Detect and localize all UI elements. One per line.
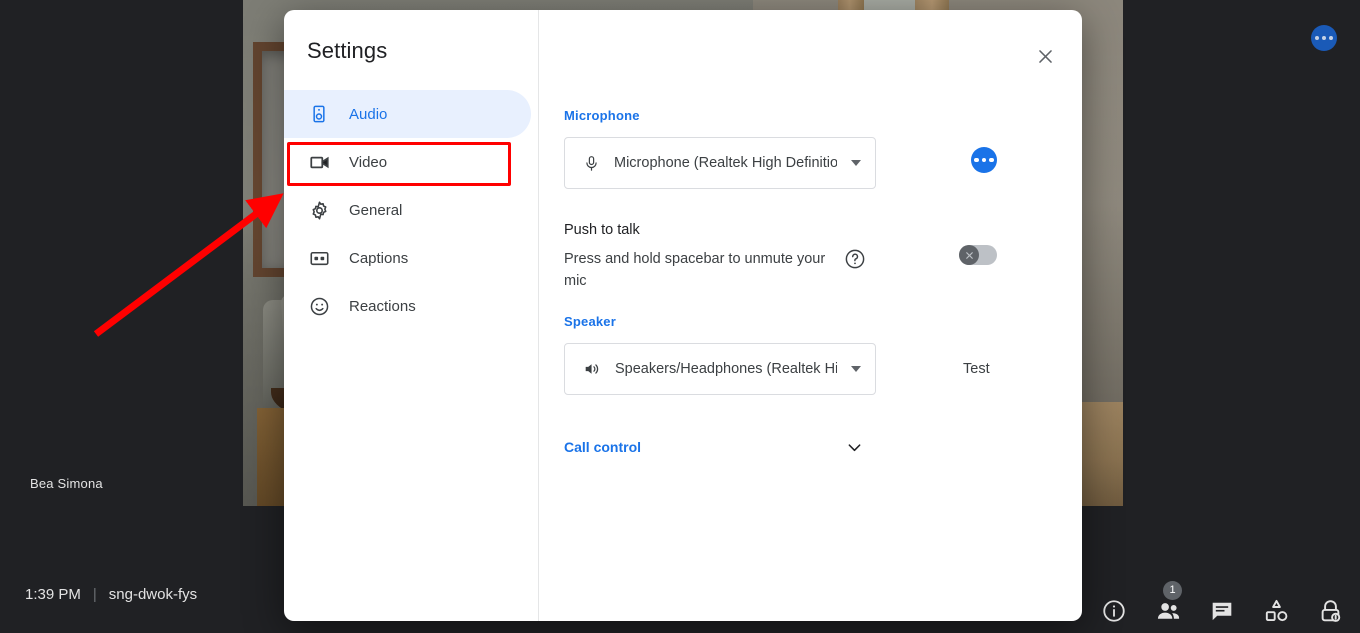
help-circle-icon (845, 249, 865, 269)
chevron-down-icon (851, 160, 861, 166)
speaker-test-button[interactable]: Test (963, 361, 990, 377)
speaker-select[interactable]: Speakers/Headphones (Realtek Hig... (564, 343, 876, 395)
call-control-expand-button[interactable] (845, 438, 863, 456)
meeting-code-label[interactable]: sng-dwok-fys (109, 586, 197, 603)
participant-name-label: Bea Simona (30, 476, 103, 491)
settings-content-audio: Microphone Microphone (Realtek High Defi… (539, 10, 1082, 621)
toggle-knob (959, 245, 979, 265)
push-to-talk-toggle[interactable] (959, 245, 997, 265)
sidebar-item-label: General (349, 201, 403, 219)
microphone-more-options-button[interactable] (971, 147, 997, 173)
people-icon (1157, 602, 1179, 619)
closed-captions-icon (308, 247, 330, 269)
settings-nav-list: Audio Video General Captions Reactions (284, 90, 531, 330)
call-control-section-label[interactable]: Call control (564, 439, 641, 455)
info-icon (1103, 600, 1125, 622)
push-to-talk-description: Press and hold spacebar to unmute your m… (564, 251, 826, 289)
sidebar-item-audio[interactable]: Audio (284, 90, 531, 138)
gear-icon (308, 199, 330, 221)
sidebar-item-label: Video (349, 153, 388, 171)
microphone-selected-value: Microphone (Realtek High Definitio... (614, 155, 837, 171)
sidebar-item-captions[interactable]: Captions (284, 234, 531, 282)
meeting-status-bar: 1:39 PM | sng-dwok-fys (25, 586, 197, 603)
settings-sidebar: Settings Audio Video General Captions Re… (284, 10, 539, 621)
sidebar-item-video[interactable]: Video (284, 138, 531, 186)
microphone-section-label: Microphone (564, 108, 640, 123)
sidebar-item-label: Captions (349, 249, 409, 267)
activities-shapes-icon (1265, 599, 1287, 621)
speaker-selected-value: Speakers/Headphones (Realtek Hig... (615, 361, 837, 377)
push-to-talk-help-button[interactable] (844, 248, 866, 270)
chat-button[interactable] (1208, 597, 1236, 625)
meet-app-window: Bea Simona 1:39 PM | sng-dwok-fys 1 Sett… (0, 0, 1360, 633)
activities-button[interactable] (1262, 597, 1290, 625)
chevron-down-icon (848, 444, 861, 452)
participants-count-badge: 1 (1163, 581, 1182, 600)
sidebar-item-general[interactable]: General (284, 186, 531, 234)
meeting-details-button[interactable] (1100, 597, 1128, 625)
more-options-icon (974, 157, 979, 163)
videocam-icon (308, 151, 330, 173)
push-to-talk-title: Push to talk (564, 222, 640, 238)
microphone-select[interactable]: Microphone (Realtek High Definitio... (564, 137, 876, 189)
volume-icon (585, 364, 599, 374)
status-divider: | (92, 586, 97, 603)
meeting-toolbar: 1 (1100, 581, 1344, 625)
more-options-icon (1329, 36, 1333, 40)
more-options-icon (981, 157, 987, 163)
chat-bubble-icon (1212, 602, 1232, 621)
more-options-icon (1322, 36, 1326, 40)
more-options-icon (1315, 36, 1319, 40)
chevron-down-icon (851, 366, 861, 372)
lock-shield-icon (1321, 599, 1340, 622)
clock-label: 1:39 PM (25, 586, 81, 603)
x-icon (965, 251, 973, 259)
sidebar-item-reactions[interactable]: Reactions (284, 282, 531, 330)
settings-dialog: Settings Audio Video General Captions Re… (284, 10, 1082, 621)
sidebar-item-label: Audio (349, 105, 388, 123)
more-options-icon (989, 157, 994, 163)
host-controls-button[interactable] (1316, 597, 1344, 625)
participants-button[interactable]: 1 (1154, 581, 1182, 625)
speaker-section-label: Speaker (564, 314, 616, 329)
microphone-icon (586, 155, 597, 171)
sidebar-item-label: Reactions (349, 297, 416, 315)
page-title: Settings (307, 38, 388, 63)
close-icon (1038, 49, 1052, 63)
close-dialog-button[interactable] (1028, 39, 1062, 73)
smiley-face-icon (308, 295, 330, 317)
top-more-options-button[interactable] (1311, 25, 1337, 51)
speaker-icon (308, 103, 330, 125)
